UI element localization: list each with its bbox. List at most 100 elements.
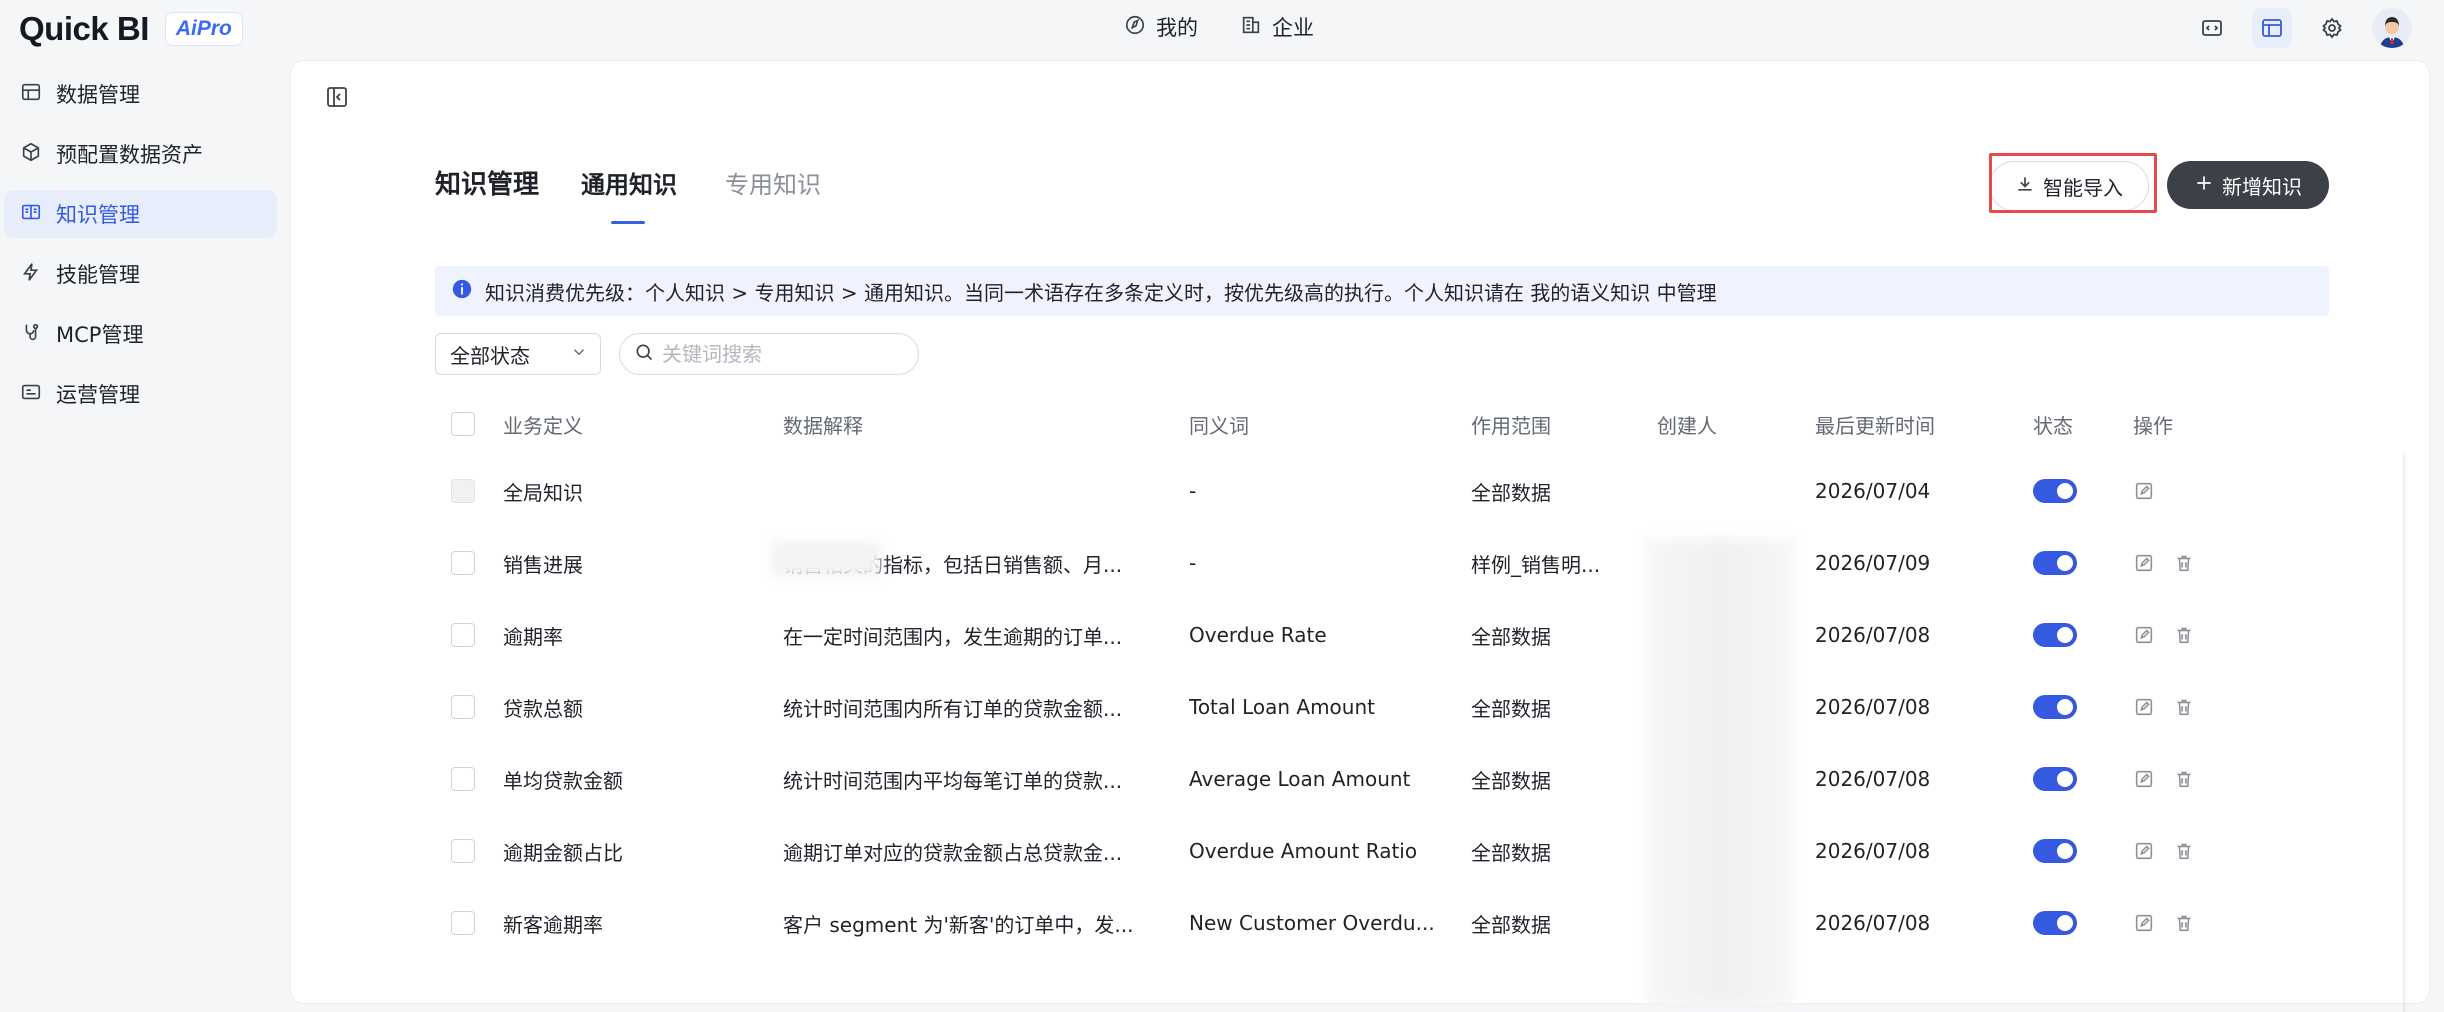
status-toggle[interactable]: [2033, 695, 2077, 719]
row-checkbox[interactable]: [451, 479, 475, 503]
table-row[interactable]: 逾期率 在一定时间范围内，发生逾期的订单... Overdue Rate 全部数据 20…: [435, 599, 2391, 671]
row-checkbox[interactable]: [451, 623, 475, 647]
gear-icon[interactable]: [2312, 8, 2352, 48]
row-checkbox-cell: [451, 479, 475, 503]
row-checkbox[interactable]: [451, 695, 475, 719]
search-input[interactable]: [662, 342, 902, 366]
logo-text: Quick BI: [19, 10, 149, 47]
status-toggle[interactable]: [2033, 479, 2077, 503]
table-header-row: 业务定义 数据解释 同义词 作用范围 创建人 最后更新时间 状态 操作: [435, 393, 2391, 455]
trash-icon[interactable]: [2173, 624, 2195, 646]
search-icon: [634, 342, 654, 366]
table-row[interactable]: 全局知识 - 全部数据 2026/07/04: [435, 455, 2391, 527]
sidebar-item-skills[interactable]: 技能管理: [4, 250, 277, 298]
search-box[interactable]: [619, 333, 919, 375]
sidebar-item-data[interactable]: 数据管理: [4, 70, 277, 118]
cube-icon: [20, 141, 42, 168]
nav-enterprise-label: 企业: [1272, 16, 1314, 40]
lightning-icon: [20, 261, 42, 288]
sidebar-item-label: MCP管理: [56, 323, 144, 347]
status-toggle[interactable]: [2033, 767, 2077, 791]
sidebar-item-label: 运营管理: [56, 383, 140, 407]
data-explanation: 客户 segment 为'新客'的订单中，发...: [783, 912, 1134, 937]
knowledge-table: 业务定义 数据解释 同义词 作用范围 创建人 最后更新时间 状态 操作 全局知识…: [435, 393, 2391, 959]
code-panel-icon[interactable]: [2192, 8, 2232, 48]
sidebar-item-knowledge[interactable]: 知识管理: [4, 190, 277, 238]
status-toggle[interactable]: [2033, 551, 2077, 575]
synonym: Total Loan Amount: [1189, 695, 1375, 719]
row-checkbox[interactable]: [451, 911, 475, 935]
column-header: 业务定义: [503, 413, 583, 438]
column-header: 作用范围: [1471, 413, 1551, 438]
last-updated: 2026/07/08: [1815, 839, 1931, 863]
edit-icon[interactable]: [2133, 624, 2155, 646]
trash-icon[interactable]: [2173, 696, 2195, 718]
data-table-icon: [20, 81, 42, 108]
edit-icon[interactable]: [2133, 912, 2155, 934]
sidebar-item-mcp[interactable]: MCP管理: [4, 310, 277, 358]
operations-cell: [2133, 840, 2195, 862]
logo-badge: AiPro: [164, 12, 243, 46]
nav-enterprise[interactable]: 企业: [1240, 12, 1314, 42]
row-checkbox[interactable]: [451, 767, 475, 791]
last-updated: 2026/07/08: [1815, 695, 1931, 719]
business-definition: 逾期金额占比: [503, 840, 623, 865]
tab-general-knowledge[interactable]: 通用知识: [581, 161, 677, 224]
operations-cell: [2133, 912, 2195, 934]
select-all-checkbox[interactable]: [451, 412, 475, 436]
edit-icon[interactable]: [2133, 480, 2155, 502]
sidebar-item-operations[interactable]: 运营管理: [4, 370, 277, 418]
tab-dedicated-knowledge[interactable]: 专用知识: [725, 161, 821, 209]
table-row[interactable]: 逾期金额占比 逾期订单对应的贷款金额占总贷款金... Overdue Amount …: [435, 815, 2391, 887]
table-row[interactable]: 新客逾期率 客户 segment 为'新客'的订单中，发... New Custom…: [435, 887, 2391, 959]
top-bar: Quick BI AiPro 我的 企业: [0, 0, 2444, 58]
last-updated: 2026/07/08: [1815, 767, 1931, 791]
add-knowledge-button[interactable]: 新增知识: [2167, 161, 2329, 209]
column-header: 最后更新时间: [1815, 413, 1935, 438]
edit-icon[interactable]: [2133, 696, 2155, 718]
row-checkbox[interactable]: [451, 551, 475, 575]
chevron-down-icon: [570, 342, 588, 366]
sidebar-item-preconfig-assets[interactable]: 预配置数据资产: [4, 130, 277, 178]
row-checkbox-cell: [451, 695, 475, 719]
nav-mine-label: 我的: [1156, 16, 1198, 40]
status-cell: [2033, 479, 2077, 503]
last-updated: 2026/07/09: [1815, 551, 1931, 575]
table-row[interactable]: 单均贷款金额 统计时间范围内平均每笔订单的贷款... Average Loan Am…: [435, 743, 2391, 815]
column-header: 创建人: [1657, 413, 1717, 438]
table-row[interactable]: 贷款总额 统计时间范围内所有订单的贷款金额... Total Loan Amount…: [435, 671, 2391, 743]
status-toggle[interactable]: [2033, 839, 2077, 863]
column-header: 操作: [2133, 413, 2173, 438]
collapse-sidebar-icon[interactable]: [325, 85, 349, 109]
status-filter-select[interactable]: 全部状态: [435, 333, 601, 375]
scope: 全部数据: [1471, 768, 1551, 793]
status-toggle[interactable]: [2033, 911, 2077, 935]
trash-icon[interactable]: [2173, 552, 2195, 574]
page-header: 知识管理 通用知识 专用知识 智能导入 新增知识: [435, 153, 2329, 224]
synonym: New Customer Overdu...: [1189, 911, 1435, 935]
notice-text: 知识消费优先级：个人知识 > 专用知识 > 通用知识。当同一术语存在多条定义时，…: [485, 280, 1717, 305]
edit-icon[interactable]: [2133, 840, 2155, 862]
column-header: 数据解释: [783, 413, 863, 438]
priority-notice: 知识消费优先级：个人知识 > 专用知识 > 通用知识。当同一术语存在多条定义时，…: [435, 266, 2329, 316]
edit-icon[interactable]: [2133, 552, 2155, 574]
row-checkbox[interactable]: [451, 839, 475, 863]
table-body: 全局知识 - 全部数据 2026/07/04 销售进展 销售相关的指标，包括日销售额、月.…: [435, 455, 2391, 959]
dashboard-icon[interactable]: [2252, 8, 2292, 48]
trash-icon[interactable]: [2173, 840, 2195, 862]
scope: 样例_销售明...: [1471, 552, 1601, 577]
trash-icon[interactable]: [2173, 768, 2195, 790]
page-title: 知识管理: [435, 170, 540, 200]
row-checkbox-cell: [451, 767, 475, 791]
avatar[interactable]: [2372, 8, 2412, 48]
edit-icon[interactable]: [2133, 768, 2155, 790]
nav-mine[interactable]: 我的: [1124, 12, 1198, 42]
logo[interactable]: Quick BI AiPro: [19, 10, 243, 48]
trash-icon[interactable]: [2173, 912, 2195, 934]
sidebar-item-label: 知识管理: [56, 203, 140, 227]
table-row[interactable]: 销售进展 销售相关的指标，包括日销售额、月... - 样例_销售明... 2026/07…: [435, 527, 2391, 599]
status-toggle[interactable]: [2033, 623, 2077, 647]
smart-import-button[interactable]: 智能导入: [1989, 161, 2149, 211]
main-panel: 知识管理 通用知识 专用知识 智能导入 新增知识 知识消费优先级：个人知识 > …: [290, 60, 2430, 1012]
status-cell: [2033, 911, 2077, 935]
